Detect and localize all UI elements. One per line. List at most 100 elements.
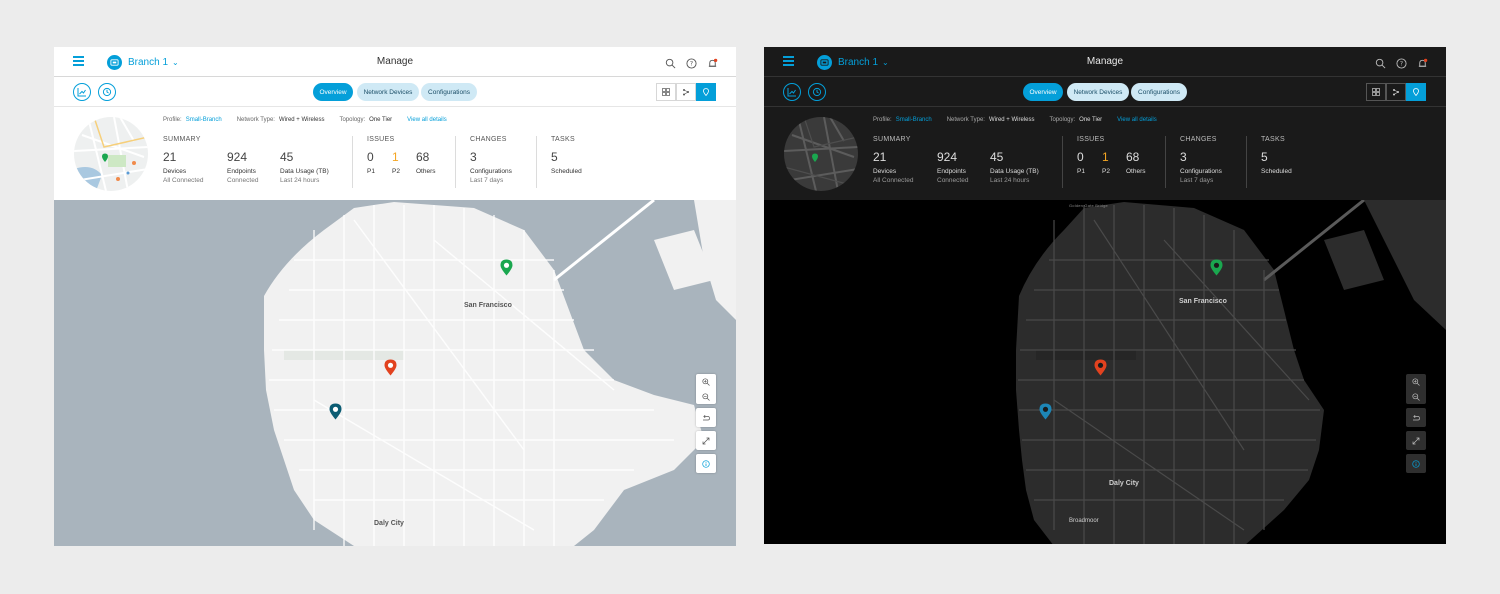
tab-bar: Overview Network Devices Configurations xyxy=(54,83,736,101)
tasks-count: 5 xyxy=(551,150,558,164)
zoom-control xyxy=(696,374,716,404)
tasks-section: TASKS 5 Scheduled xyxy=(551,136,582,175)
site-map[interactable]: San Francisco Daly City xyxy=(54,200,736,546)
view-toggle xyxy=(1366,83,1426,101)
site-pin-selected[interactable] xyxy=(1039,403,1052,420)
search-icon[interactable] xyxy=(1375,56,1386,69)
notification-bell-icon[interactable] xyxy=(1417,56,1428,67)
tab-overview[interactable]: Overview xyxy=(313,83,353,101)
view-all-details-link[interactable]: View all details xyxy=(1117,117,1157,123)
network-type-label: Network Type: xyxy=(946,117,985,123)
issues-title: ISSUES xyxy=(367,136,395,143)
divider xyxy=(352,136,353,188)
view-all-details-link[interactable]: View all details xyxy=(407,117,447,123)
p1-label: P1 xyxy=(367,168,375,175)
tab-configurations[interactable]: Configurations xyxy=(1131,83,1187,101)
changes-sub: Last 7 days xyxy=(470,177,504,184)
p1-stat[interactable]: 0 P1 xyxy=(367,150,375,175)
tasks-count: 5 xyxy=(1261,150,1268,164)
devices-stat[interactable]: 21 Devices All Connected xyxy=(163,150,203,184)
tab-network-devices[interactable]: Network Devices xyxy=(357,83,419,101)
site-mini-map[interactable] xyxy=(784,117,858,191)
profile-value-link[interactable]: Small-Branch xyxy=(186,117,222,123)
summary-title: SUMMARY xyxy=(873,136,911,143)
undo-icon[interactable] xyxy=(1406,408,1426,427)
tasks-stat[interactable]: 5 Scheduled xyxy=(1261,150,1292,175)
endpoints-stat[interactable]: 924 Endpoints Connected xyxy=(227,150,258,184)
toolbar: Overview Network Devices Configurations xyxy=(54,77,736,107)
map-controls xyxy=(696,374,716,477)
zoom-out-icon[interactable] xyxy=(696,389,716,404)
devices-label: Devices xyxy=(873,168,897,175)
data-usage-label: Data Usage (TB) xyxy=(280,168,329,175)
zoom-control xyxy=(1406,374,1426,404)
configurations-stat[interactable]: 3 Configurations Last 7 days xyxy=(1180,150,1222,184)
topology-view-icon[interactable] xyxy=(1386,83,1406,101)
map-view-icon[interactable] xyxy=(1406,83,1426,101)
p2-stat[interactable]: 1 P2 xyxy=(1102,150,1110,175)
devices-stat[interactable]: 21 Devices All Connected xyxy=(873,150,913,184)
divider xyxy=(1165,136,1166,188)
site-pin-selected[interactable] xyxy=(329,403,342,420)
topology-value: One Tier xyxy=(1079,117,1103,123)
zoom-in-icon[interactable] xyxy=(1406,374,1426,389)
grid-view-icon[interactable] xyxy=(656,83,676,101)
data-usage-stat[interactable]: 45 Data Usage (TB) Last 24 hours xyxy=(280,150,329,184)
tab-network-devices[interactable]: Network Devices xyxy=(1067,83,1129,101)
site-mini-map[interactable] xyxy=(74,117,148,191)
undo-icon[interactable] xyxy=(696,408,716,427)
topology-view-icon[interactable] xyxy=(676,83,696,101)
others-count: 68 xyxy=(1126,150,1140,164)
district-label: Daly City xyxy=(374,520,404,527)
site-map[interactable]: Golden Gate Bridge San Francisco Daly Ci… xyxy=(764,200,1446,544)
p1-label: P1 xyxy=(1077,168,1085,175)
endpoints-sub: Connected xyxy=(937,177,969,184)
configurations-stat[interactable]: 3 Configurations Last 7 days xyxy=(470,150,512,184)
site-pin-green[interactable] xyxy=(1210,259,1223,276)
site-summary: Profile: Small-Branch Network Type: Wired … xyxy=(54,108,736,200)
devices-sub: All Connected xyxy=(163,177,204,184)
site-pin-red[interactable] xyxy=(1094,359,1107,376)
map-view-icon[interactable] xyxy=(696,83,716,101)
expand-icon[interactable] xyxy=(696,431,716,450)
tasks-stat[interactable]: 5 Scheduled xyxy=(551,150,582,175)
tab-overview[interactable]: Overview xyxy=(1023,83,1063,101)
changes-section: CHANGES 3 Configurations Last 7 days xyxy=(470,136,512,184)
divider xyxy=(455,136,456,188)
devices-count: 21 xyxy=(163,150,177,164)
grid-view-icon[interactable] xyxy=(1366,83,1386,101)
p1-stat[interactable]: 0 P1 xyxy=(1077,150,1085,175)
devices-label: Devices xyxy=(163,168,187,175)
help-icon[interactable]: ? xyxy=(686,56,697,69)
site-pin-green[interactable] xyxy=(500,259,513,276)
profile-value-link[interactable]: Small-Branch xyxy=(896,117,932,123)
expand-icon[interactable] xyxy=(1406,431,1426,450)
divider xyxy=(1246,136,1247,188)
data-usage-value: 45 xyxy=(280,150,294,164)
search-icon[interactable] xyxy=(665,56,676,69)
notification-bell-icon[interactable] xyxy=(707,56,718,67)
p1-count: 0 xyxy=(1077,150,1084,164)
info-icon[interactable] xyxy=(1406,454,1426,473)
profile-row: Profile: Small-Branch Network Type: Wired … xyxy=(163,117,447,123)
others-stat[interactable]: 68 Others xyxy=(1126,150,1146,175)
p2-label: P2 xyxy=(392,168,400,175)
zoom-out-icon[interactable] xyxy=(1406,389,1426,404)
issues-title: ISSUES xyxy=(1077,136,1105,143)
site-pin-red[interactable] xyxy=(384,359,397,376)
endpoints-count: 924 xyxy=(227,150,248,164)
district-label: Broadmoor xyxy=(1069,518,1099,524)
info-icon[interactable] xyxy=(696,454,716,473)
endpoints-stat[interactable]: 924 Endpoints Connected xyxy=(937,150,968,184)
data-usage-stat[interactable]: 45 Data Usage (TB) Last 24 hours xyxy=(990,150,1039,184)
zoom-in-icon[interactable] xyxy=(696,374,716,389)
others-stat[interactable]: 68 Others xyxy=(416,150,436,175)
p2-stat[interactable]: 1 P2 xyxy=(392,150,400,175)
devices-count: 21 xyxy=(873,150,887,164)
top-header: Branch 1 ⌄ Manage ? xyxy=(54,47,736,77)
district-label: Daly City xyxy=(1109,480,1139,487)
help-icon[interactable]: ? xyxy=(1396,56,1407,69)
tab-configurations[interactable]: Configurations xyxy=(421,83,477,101)
bridge-label: Golden Gate Bridge xyxy=(1069,203,1108,208)
others-label: Others xyxy=(416,168,436,175)
